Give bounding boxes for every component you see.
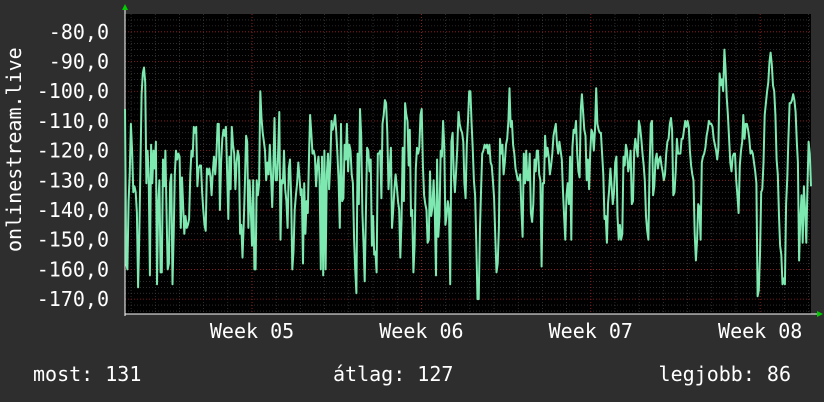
y-tick-label: -110,0	[37, 109, 109, 133]
legend-average: átlag: 127	[333, 362, 454, 386]
y-tick-label: -170,0	[37, 287, 109, 311]
chart-container: -80,0 -90,0 -100,0 -110,0 -120,0 -130,0 -140,0…	[0, 0, 824, 402]
legend-max: legjobb: 86	[658, 362, 791, 386]
y-tick-label: -160,0	[37, 257, 109, 281]
y-axis-arrow	[122, 4, 128, 10]
y-tick-label: -80,0	[49, 20, 109, 44]
y-tick-label: -120,0	[37, 139, 109, 163]
y-tick-label: -130,0	[37, 168, 109, 192]
chart-canvas: -80,0 -90,0 -100,0 -110,0 -120,0 -130,0 -140,0…	[37, 4, 823, 343]
x-tick-label: Week 06	[379, 319, 463, 343]
legend-current: most: 131	[33, 362, 142, 386]
x-tick-label: Week 07	[549, 319, 633, 343]
y-tick-label: -150,0	[37, 228, 109, 252]
y-tick-label: -90,0	[49, 50, 109, 74]
x-tick-label: Week 05	[210, 319, 294, 343]
y-tick-label: -140,0	[37, 198, 109, 222]
y-tick-label: -100,0	[37, 79, 109, 103]
y-axis-label: onlinestream.live	[2, 47, 26, 252]
x-tick-label: Week 08	[718, 319, 802, 343]
x-axis-arrow	[817, 311, 823, 317]
